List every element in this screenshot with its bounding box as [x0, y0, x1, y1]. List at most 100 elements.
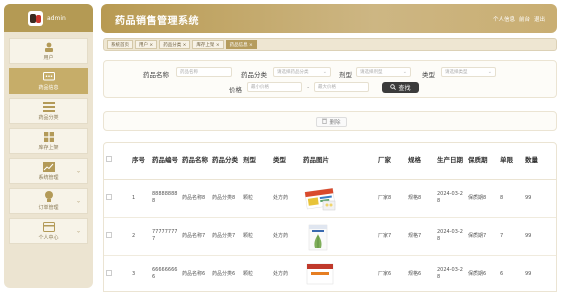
cell-maker: 厂家6 [376, 255, 406, 291]
type-label: 类型 [422, 71, 435, 79]
medicine-box-image [303, 261, 334, 287]
cell-image [301, 217, 376, 256]
price-dash: - [307, 83, 310, 91]
chat-dots-icon [42, 71, 55, 82]
table-row[interactable]: 3 666666666 药品名称6 药品分类6 颗粒 处方药 厂家6 规格6 2… [104, 255, 556, 291]
page-title: 药品销售管理系统 [115, 16, 199, 27]
avatar [28, 10, 43, 26]
search-panel: 药品名称 药品名称 药品分类 请选择药品分类 ⌄ 剂型 请选择剂型 ⌄ 类型 请… [103, 60, 557, 98]
price-min-input[interactable]: 最小价格 [247, 82, 302, 92]
user-icon [43, 42, 55, 52]
table-row[interactable]: 2 777777777 药品名称7 药品分类7 颗粒 处方药 厂家7 规格7 2… [104, 217, 556, 256]
medicine-box-image [303, 185, 336, 211]
form-select[interactable]: 请选择剂型 ⌄ [356, 67, 411, 77]
col-image: 药品图片 [301, 143, 376, 180]
cell-type: 处方药 [271, 179, 301, 218]
cell-name: 药品名称8 [180, 179, 210, 218]
cell-shelf-life: 保质期8 [466, 179, 498, 218]
name-label: 药品名称 [143, 71, 169, 79]
tab-home[interactable]: 系统首页 [107, 40, 133, 49]
cell-date: 2024-03-28 [435, 179, 466, 218]
row-checkbox[interactable] [106, 269, 112, 276]
sidebar-item-medicine-category[interactable]: 药品分类 [9, 98, 88, 124]
col-shelf-life: 保质期 [466, 143, 498, 180]
col-date: 生产日期 [435, 143, 466, 180]
sidebar-item-system[interactable]: 系统管理 ⌄ [9, 158, 88, 184]
top-header: 药品销售管理系统 个人信息 前台 退出 [101, 4, 557, 33]
cell-image [301, 179, 376, 218]
sidebar-item-label: 系统管理 [38, 174, 59, 181]
col-category: 药品分类 [210, 143, 241, 180]
chevron-down-icon: ⌄ [75, 227, 81, 235]
cell-category: 药品分类7 [210, 217, 241, 256]
cell-maker: 厂家7 [376, 217, 406, 256]
sidebar-item-medicine-info[interactable]: 药品信息 [9, 68, 88, 94]
cell-date: 2024-03-28 [435, 255, 466, 291]
username: admin [47, 14, 66, 22]
cell-spec: 规格8 [406, 179, 435, 218]
sidebar-item-label: 药品分类 [38, 114, 59, 121]
form-select-placeholder: 请选择剂型 [360, 70, 383, 75]
frontend-link[interactable]: 前台 [519, 15, 530, 23]
select-all-checkbox[interactable] [106, 156, 112, 163]
price-max-input[interactable]: 最大价格 [314, 82, 369, 92]
cell-index: 1 [130, 179, 150, 218]
cell-spec: 规格7 [406, 217, 435, 256]
sidebar-item-label: 药品信息 [38, 84, 59, 91]
cell-name: 药品名称6 [180, 255, 210, 291]
delete-button[interactable]: 删除 [316, 117, 347, 127]
cell-shelf-life: 保质期6 [466, 255, 498, 291]
chevron-down-icon: ⌄ [487, 69, 492, 75]
tab-users[interactable]: 用户 × [135, 40, 158, 49]
col-index: 序号 [130, 143, 150, 180]
col-quantity: 数量 [523, 143, 556, 180]
col-maker: 厂家 [376, 143, 406, 180]
cell-quantity: 99 [523, 179, 556, 218]
sidebar-item-label: 用户 [43, 54, 54, 61]
delete-button-label: 删除 [329, 120, 341, 126]
header-links: 个人信息 前台 退出 [493, 15, 545, 23]
list-icon [42, 101, 55, 112]
cell-index: 2 [130, 217, 150, 256]
row-checkbox[interactable] [106, 193, 112, 200]
cell-form: 颗粒 [241, 179, 271, 218]
chevron-down-icon: ⌄ [402, 69, 407, 75]
type-select[interactable]: 请选择类型 ⌄ [441, 67, 496, 77]
tab-stock[interactable]: 库存上架 × [192, 40, 224, 49]
name-input[interactable]: 药品名称 [176, 67, 232, 77]
price-label: 价格 [229, 86, 242, 94]
sidebar-item-stock[interactable]: 库存上架 [9, 128, 88, 154]
row-checkbox[interactable] [106, 231, 112, 238]
sidebar-item-profile[interactable]: 个人中心 ⌄ [9, 218, 88, 244]
search-button-label: 查找 [398, 85, 411, 92]
category-select[interactable]: 请选择药品分类 ⌄ [273, 67, 331, 77]
cell-limit: 8 [498, 179, 523, 218]
select-all-checkbox-cell[interactable] [104, 143, 130, 180]
trash-icon [322, 118, 328, 126]
profile-link[interactable]: 个人信息 [493, 15, 515, 23]
medicine-box-image [303, 223, 333, 251]
tab-medicine-category[interactable]: 药品分类 × [159, 40, 191, 49]
sidebar-header: admin [4, 4, 93, 32]
table-row[interactable]: 1 888888888 药品名称8 药品分类8 颗粒 处方药 厂家8 规格8 2… [104, 179, 556, 218]
search-button[interactable]: 查找 [382, 82, 419, 93]
cell-type: 处方药 [271, 255, 301, 291]
col-limit: 单限 [498, 143, 523, 180]
cell-limit: 7 [498, 217, 523, 256]
search-icon [390, 83, 397, 92]
category-label: 药品分类 [241, 71, 267, 79]
tab-medicine-info[interactable]: 药品信息 × [225, 40, 257, 49]
sidebar-item-orders[interactable]: 订单管理 ⌄ [9, 188, 88, 214]
table-header-row: 序号 药品编号 药品名称 药品分类 剂型 类型 药品图片 厂家 规格 生产日期 … [104, 143, 556, 180]
sidebar-item-label: 个人中心 [38, 234, 59, 241]
sidebar-item-users[interactable]: 用户 [9, 38, 88, 64]
sidebar-item-label: 订单管理 [38, 204, 59, 211]
col-type: 类型 [271, 143, 301, 180]
sidebar-menu: 用户 药品信息 药品分类 库存上架 系统管理 ⌄ 订单管理 ⌄ 个人中心 ⌄ [4, 32, 93, 246]
col-code: 药品编号 [150, 143, 180, 180]
logout-link[interactable]: 退出 [534, 15, 545, 23]
chevron-down-icon: ⌄ [75, 167, 81, 175]
pin-icon [43, 191, 55, 202]
cell-code: 888888888 [150, 179, 180, 218]
cell-category: 药品分类8 [210, 179, 241, 218]
